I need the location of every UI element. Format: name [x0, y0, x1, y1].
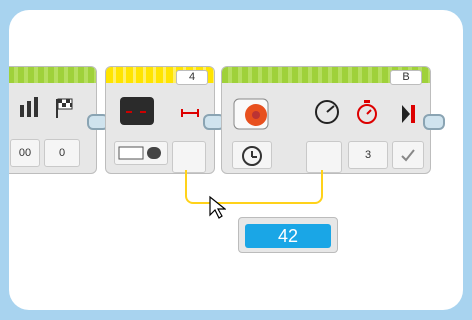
motor-input-plug[interactable]: [306, 141, 342, 173]
motor-port[interactable]: B: [390, 70, 422, 85]
sensor-output-plug[interactable]: [172, 141, 206, 173]
previous-block[interactable]: 00 0: [9, 66, 97, 174]
mouse-cursor-icon: [209, 195, 226, 219]
program-canvas[interactable]: 00 0 4 B 3 42: [9, 10, 463, 310]
flag-icon: [56, 98, 73, 118]
motor-block[interactable]: B 3: [221, 66, 431, 174]
wire-value: 42: [245, 224, 331, 248]
wire-value-tooltip: 42: [238, 217, 338, 253]
previous-value-b[interactable]: 0: [44, 139, 80, 167]
range-arrows-icon: [181, 109, 199, 117]
previous-block-header: [9, 67, 96, 83]
sensor-mode-selector[interactable]: [114, 141, 168, 165]
motor-brake-toggle[interactable]: [392, 141, 424, 169]
rotation-icon: [242, 146, 262, 166]
data-wire[interactable]: [185, 170, 323, 204]
ruler-icon: [118, 146, 161, 160]
timer-icon: [357, 100, 377, 124]
bars-icon: [20, 97, 38, 117]
stop-bar-icon: [402, 105, 415, 123]
speed-gauge-icon: [315, 100, 339, 124]
sensor-port[interactable]: 4: [176, 70, 208, 85]
motor-icon: [233, 98, 269, 130]
motor-mode-selector[interactable]: [232, 141, 272, 169]
previous-value-a[interactable]: 00: [10, 139, 40, 167]
distance-sensor-icon: [120, 97, 154, 125]
sequence-connector: [423, 114, 445, 130]
motor-rotations-field[interactable]: 3: [348, 141, 388, 169]
check-icon: [401, 149, 415, 162]
ultrasonic-sensor-block[interactable]: 4: [105, 66, 215, 174]
